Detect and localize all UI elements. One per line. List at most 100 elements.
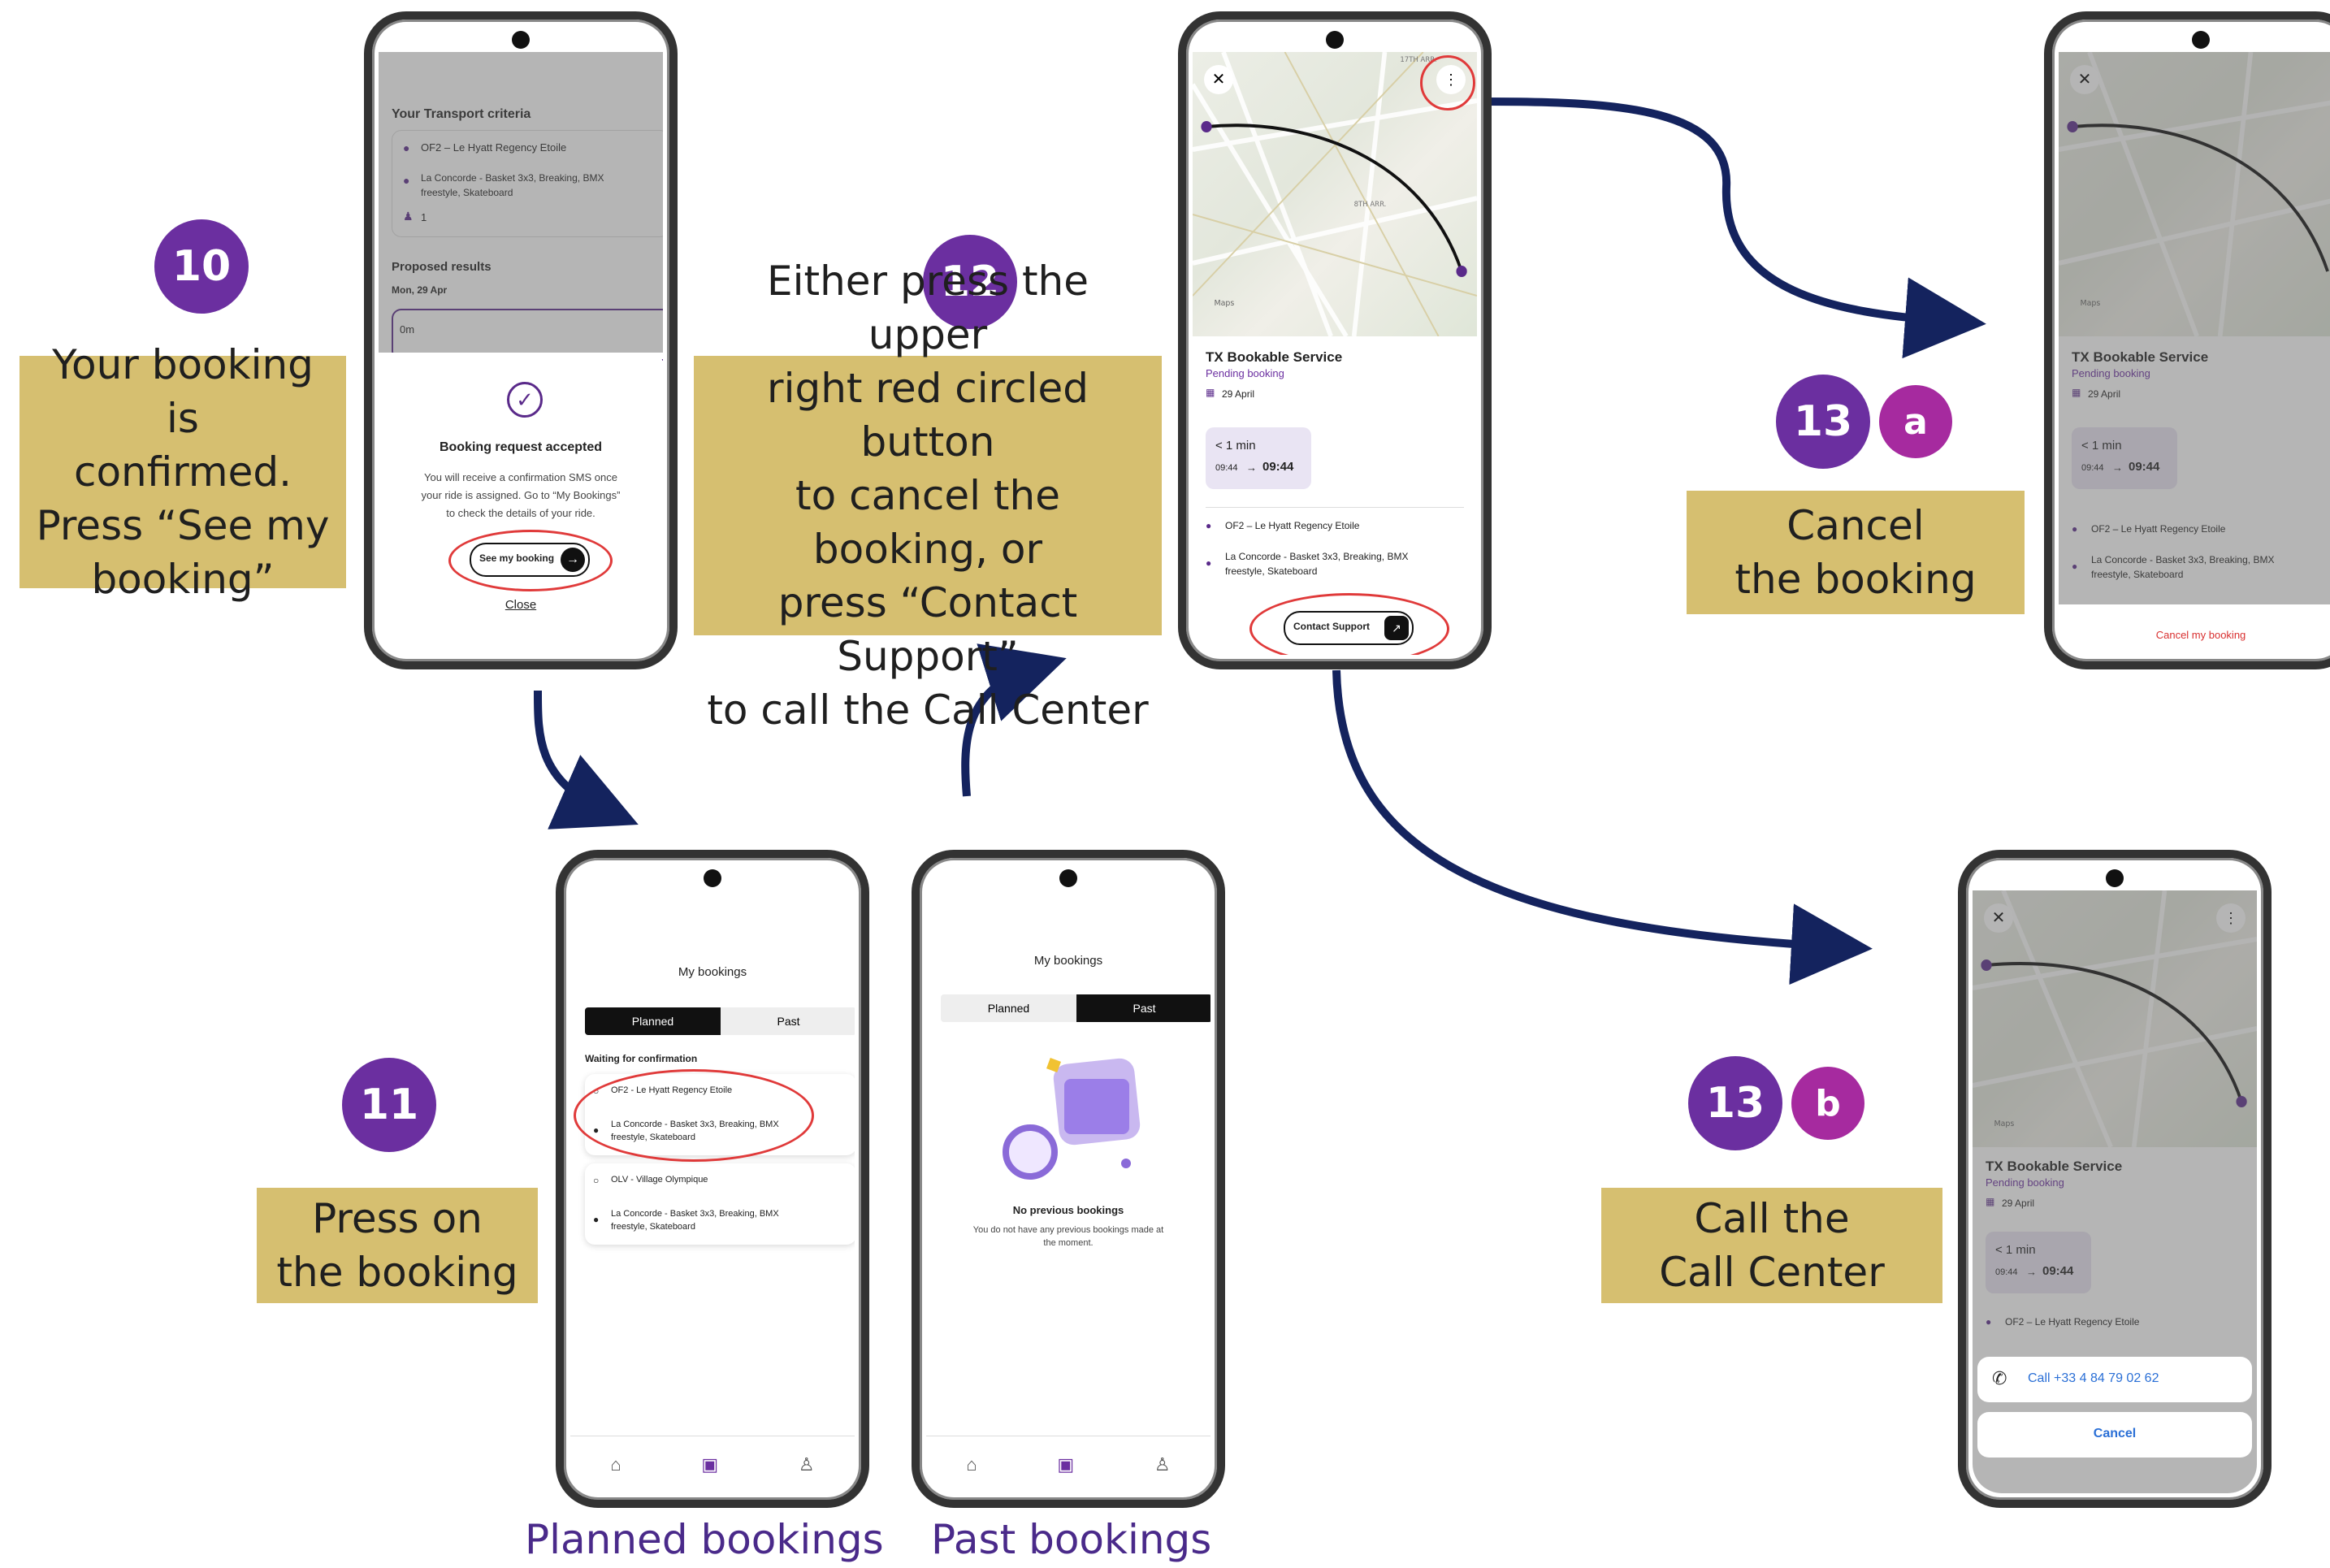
caption-line: Your booking is bbox=[52, 341, 314, 442]
caption-line: Call the bbox=[1694, 1195, 1850, 1242]
caption-line: the booking bbox=[1735, 556, 1977, 603]
camera-dot bbox=[2106, 869, 2124, 887]
caption-line: right red circled button bbox=[767, 365, 1089, 466]
caption-line: confirmed. bbox=[73, 448, 292, 496]
phone-icon: ✆ bbox=[1992, 1368, 2007, 1388]
call-number: Call +33 4 84 79 02 62 bbox=[2028, 1371, 2159, 1385]
tab-past[interactable]: Past bbox=[721, 1007, 855, 1035]
phone-booking-accepted: Your Transport criteria ● OF2 – Le Hyatt… bbox=[364, 11, 678, 669]
modal-title: Booking request accepted bbox=[439, 440, 603, 454]
empty-title: No previous bookings bbox=[1012, 1204, 1124, 1216]
step-11-badge: 11 bbox=[342, 1058, 436, 1152]
svg-text:8TH ARR.: 8TH ARR. bbox=[1354, 201, 1387, 209]
bookings-icon[interactable]: ▣ bbox=[1057, 1454, 1074, 1475]
step-12-caption: Either press the upper right red circled… bbox=[694, 258, 1162, 734]
arrow-10-to-11 bbox=[533, 690, 639, 829]
screen: Maps ✕ TX Bookable Service Pending booki… bbox=[2059, 52, 2330, 655]
sheet-overlay bbox=[2059, 52, 2330, 604]
booking-origin: OLV - Village Olympique bbox=[611, 1175, 708, 1185]
camera-dot bbox=[512, 31, 530, 49]
bottom-nav: ⌂ ▣ ♙ bbox=[926, 1436, 1210, 1493]
camera-dot bbox=[1059, 869, 1077, 887]
phone-planned-bookings: My bookings Planned Past Waiting for con… bbox=[556, 850, 869, 1508]
pin-icon: ● bbox=[593, 1214, 600, 1225]
booking-destination-1: La Concorde - Basket 3x3, Breaking, BMX bbox=[611, 1209, 779, 1219]
arrow-icon: → bbox=[1246, 461, 1257, 474]
phone-booking-detail: 17TH ARR. 8TH ARR. Maps ✕ ⋮ TX Bookable … bbox=[1178, 11, 1492, 669]
destination-line2: freestyle, Skateboard bbox=[1225, 565, 1318, 577]
route-map: 17TH ARR. 8TH ARR. Maps ✕ ⋮ bbox=[1193, 52, 1477, 336]
step-10-caption: Your booking is confirmed. Press “See my… bbox=[19, 341, 346, 603]
time-to: 09:44 bbox=[1262, 460, 1294, 474]
camera-dot bbox=[1326, 31, 1344, 49]
highlight-ellipse bbox=[1249, 593, 1449, 655]
calendar-icon: ▦ bbox=[1206, 387, 1215, 398]
step-13b-letter-badge: b bbox=[1791, 1067, 1864, 1140]
divider bbox=[1206, 507, 1464, 508]
caption-line: Cancel bbox=[1786, 502, 1925, 549]
highlight-ellipse bbox=[1420, 55, 1475, 110]
tab-planned[interactable]: Planned bbox=[941, 994, 1076, 1022]
home-icon[interactable]: ⌂ bbox=[966, 1454, 977, 1475]
camera-dot bbox=[2192, 31, 2210, 49]
destination-line1: La Concorde - Basket 3x3, Breaking, BMX bbox=[1225, 551, 1409, 562]
cancel-option[interactable]: Cancel bbox=[1977, 1412, 2252, 1458]
booking-status: Pending booking bbox=[1206, 367, 1284, 379]
screen: Your Transport criteria ● OF2 – Le Hyatt… bbox=[379, 52, 663, 655]
planned-bookings-label: Planned bookings bbox=[525, 1516, 884, 1563]
highlight-ellipse bbox=[448, 530, 613, 591]
close-link[interactable]: Close bbox=[379, 598, 663, 612]
step-11-caption: Press on the booking bbox=[257, 1188, 538, 1303]
step-13b-badge: 13 bbox=[1688, 1056, 1782, 1150]
step-13a-caption: Cancel the booking bbox=[1687, 491, 2025, 614]
cancel-label: Cancel bbox=[2093, 1427, 2137, 1440]
arrow-12-to-13a bbox=[1486, 97, 1986, 359]
screen: My bookings Planned Past No previous boo… bbox=[926, 890, 1210, 1493]
service-name: TX Bookable Service bbox=[1206, 349, 1343, 365]
bookings-icon[interactable]: ▣ bbox=[701, 1454, 718, 1475]
caption-line: the booking bbox=[276, 1249, 518, 1296]
arrow-12-to-13b bbox=[1332, 669, 1873, 985]
step-10-badge: 10 bbox=[154, 219, 249, 314]
bookings-tabs: Planned Past bbox=[585, 1007, 855, 1035]
profile-icon[interactable]: ♙ bbox=[1154, 1454, 1171, 1475]
phone-cancel-booking: Maps ✕ TX Bookable Service Pending booki… bbox=[2044, 11, 2330, 669]
pin-icon: ● bbox=[1206, 520, 1212, 531]
caption-line: Press on bbox=[312, 1195, 483, 1242]
caption-line: Call Center bbox=[1659, 1249, 1885, 1296]
caption-line: to call the Call Center bbox=[707, 687, 1149, 734]
call-option[interactable]: ✆ Call +33 4 84 79 02 62 bbox=[1977, 1357, 2252, 1402]
bookings-tabs: Planned Past bbox=[941, 994, 1210, 1022]
modal-text-line3: to check the details of your ride. bbox=[446, 507, 595, 519]
caption-line: Either press the upper bbox=[767, 258, 1089, 358]
time-from: 09:44 bbox=[1215, 463, 1238, 473]
tab-past[interactable]: Past bbox=[1076, 994, 1210, 1022]
modal-overlay bbox=[379, 52, 663, 353]
screen: Maps ✕ ⋮ TX Bookable Service Pending boo… bbox=[1973, 890, 2257, 1493]
booking-destination-2: freestyle, Skateboard bbox=[611, 1222, 695, 1232]
profile-icon[interactable]: ♙ bbox=[799, 1454, 815, 1475]
bottom-nav: ⌂ ▣ ♙ bbox=[570, 1436, 855, 1493]
calendar-illustration-icon bbox=[999, 1053, 1154, 1191]
screen: 17TH ARR. 8TH ARR. Maps ✕ ⋮ TX Bookable … bbox=[1193, 52, 1477, 655]
origin-text: OF2 – Le Hyatt Regency Etoile bbox=[1225, 520, 1360, 531]
caption-line: to cancel the booking, or bbox=[795, 472, 1060, 573]
page-title: My bookings bbox=[1033, 954, 1103, 968]
step-13b-caption: Call the Call Center bbox=[1601, 1188, 1942, 1303]
check-circle-icon: ✓ bbox=[507, 382, 543, 418]
page-title: My bookings bbox=[678, 965, 747, 979]
close-icon[interactable]: ✕ bbox=[1204, 65, 1233, 94]
cancel-my-booking-link[interactable]: Cancel my booking bbox=[2059, 629, 2330, 641]
step-13a-badge: 13 bbox=[1776, 375, 1870, 469]
caption-line: press “Contact Support” bbox=[777, 579, 1078, 680]
highlight-ellipse bbox=[574, 1069, 814, 1162]
pin-icon: ● bbox=[1206, 557, 1212, 569]
booking-card-2[interactable]: ○ OLV - Village Olympique ● La Concorde … bbox=[585, 1163, 855, 1245]
step-13a-letter-badge: a bbox=[1879, 385, 1952, 458]
tab-planned[interactable]: Planned bbox=[585, 1007, 721, 1035]
cancel-sheet: Cancel my booking bbox=[2059, 604, 2330, 655]
home-icon[interactable]: ⌂ bbox=[610, 1454, 621, 1475]
phone-call-center: Maps ✕ ⋮ TX Bookable Service Pending boo… bbox=[1958, 850, 2272, 1508]
time-summary: < 1 min 09:44 → 09:44 bbox=[1206, 427, 1311, 489]
booking-date: 29 April bbox=[1222, 388, 1255, 400]
